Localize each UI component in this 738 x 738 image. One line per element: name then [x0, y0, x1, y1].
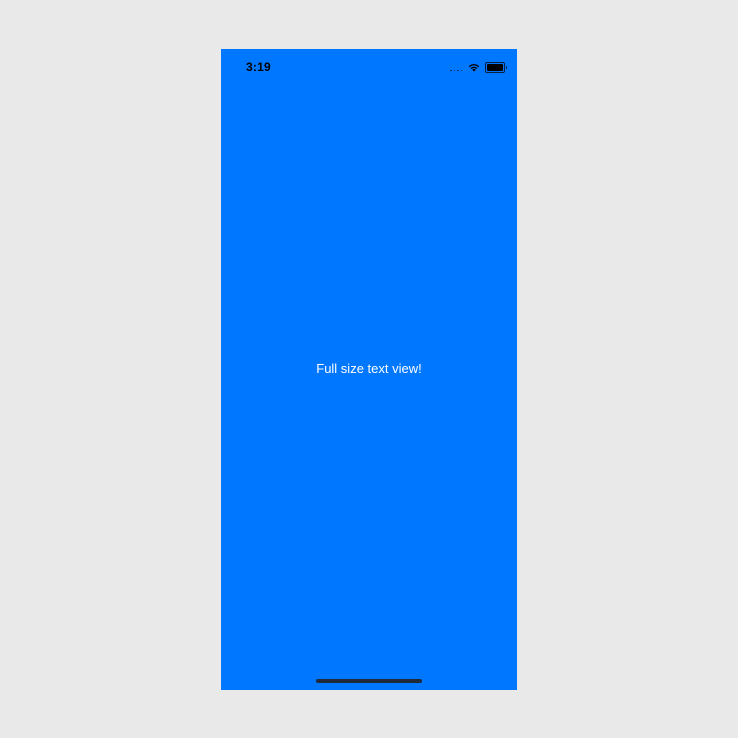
- status-icons: [450, 61, 507, 73]
- home-indicator[interactable]: [316, 679, 422, 683]
- wifi-icon: [468, 63, 480, 72]
- full-size-text-view: Full size text view!: [316, 361, 422, 376]
- simulator-canvas: 3:19 Full size text view!: [0, 0, 738, 738]
- status-bar: 3:19: [221, 49, 517, 85]
- battery-icon: [485, 61, 507, 73]
- cellular-signal-icon: [450, 63, 462, 71]
- status-time: 3:19: [246, 60, 271, 74]
- device-screen: 3:19 Full size text view!: [221, 49, 517, 690]
